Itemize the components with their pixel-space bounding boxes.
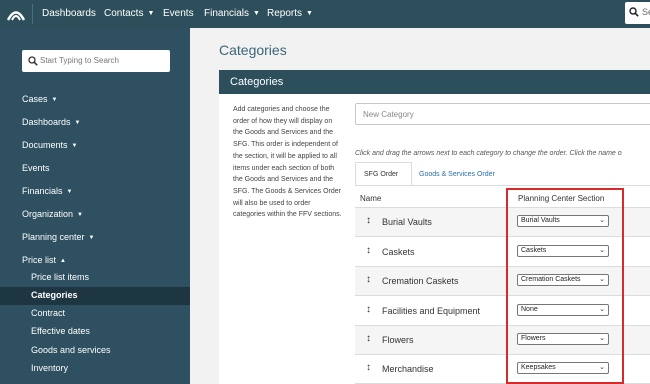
sidebar-item-organization[interactable]: Organization ▼	[22, 209, 83, 219]
drag-handle-icon[interactable]: ↕	[366, 274, 371, 285]
chevron-down-icon: ▼	[51, 97, 58, 103]
categories-panel: Categories Add categories and choose the…	[219, 70, 650, 384]
sidebar-search-input[interactable]: Start Typing to Search	[22, 50, 170, 72]
chevron-down-icon: ▼	[77, 212, 83, 218]
global-search-placeholder: Se	[642, 7, 650, 17]
sidebar-item-events[interactable]: Events	[22, 163, 50, 173]
chevron-down-icon: ▼	[74, 120, 81, 126]
category-name[interactable]: Cremation Caskets	[382, 276, 459, 286]
category-name[interactable]: Burial Vaults	[382, 217, 432, 227]
top-navbar: Dashboards Contacts ▼ Events Financials ▼ …	[0, 0, 650, 28]
nav-dashboards[interactable]: Dashboards	[42, 8, 96, 19]
sidebar-subitem-goods-and-services[interactable]: Goods and services	[31, 345, 111, 355]
sidebar-item-price-list[interactable]: Price list ▲	[22, 255, 66, 265]
sidebar-subitem-inventory[interactable]: Inventory	[31, 363, 68, 373]
tab-goods-services-order[interactable]: Goods & Services Order	[419, 162, 519, 186]
sidebar: Start Typing to Search Cases ▼ Dashboards…	[0, 28, 190, 384]
chevron-down-icon: ▼	[88, 235, 95, 241]
drag-handle-icon[interactable]: ↕	[366, 245, 371, 256]
search-icon	[629, 7, 639, 17]
drag-handle-icon[interactable]: ↕	[366, 304, 371, 315]
page-title: Categories	[219, 42, 287, 58]
new-category-input[interactable]: New Category	[355, 103, 650, 125]
sidebar-subitem-price-list-items[interactable]: Price list items	[31, 272, 89, 282]
sidebar-item-financials[interactable]: Financials ▼	[22, 186, 72, 196]
sidebar-item-cases[interactable]: Cases ▼	[22, 94, 57, 104]
category-name[interactable]: Caskets	[382, 247, 415, 257]
sidebar-item-planning-center[interactable]: Planning center ▼	[22, 232, 95, 242]
tab-divider	[355, 185, 650, 186]
category-name[interactable]: Facilities and Equipment	[382, 306, 480, 316]
sidebar-search-placeholder: Start Typing to Search	[40, 56, 120, 65]
sidebar-subitem-categories[interactable]: Categories	[31, 290, 78, 300]
nav-events[interactable]: Events	[163, 8, 194, 19]
chevron-down-icon: ▼	[253, 10, 260, 17]
category-name[interactable]: Flowers	[382, 335, 414, 345]
chevron-down-icon: ▼	[71, 143, 78, 149]
sidebar-item-dashboards[interactable]: Dashboards ▼	[22, 117, 80, 127]
navbar-divider	[32, 4, 33, 24]
sidebar-active-highlight	[0, 287, 190, 305]
panel-description: Add categories and choose the order of h…	[233, 106, 342, 219]
highlight-box	[506, 188, 624, 384]
drag-handle-icon[interactable]: ↕	[366, 333, 371, 344]
chevron-down-icon: ▼	[306, 10, 313, 17]
sidebar-item-documents[interactable]: Documents ▼	[22, 140, 77, 150]
sidebar-subitem-contract[interactable]: Contract	[31, 308, 65, 318]
nav-financials[interactable]: Financials ▼	[204, 8, 260, 19]
category-name[interactable]: Merchandise	[382, 364, 434, 374]
new-category-placeholder: New Category	[363, 110, 414, 119]
drag-handle-icon[interactable]: ↕	[366, 362, 371, 373]
nav-reports[interactable]: Reports ▼	[267, 8, 313, 19]
global-search-input[interactable]: Se	[625, 2, 650, 24]
reorder-hint: Click and drag the arrows next to each c…	[355, 150, 622, 157]
nav-contacts[interactable]: Contacts ▼	[104, 8, 154, 19]
chevron-up-icon: ▲	[60, 258, 66, 264]
sidebar-subitem-effective-dates[interactable]: Effective dates	[31, 326, 90, 336]
tab-sfg-order[interactable]: SFG Order	[355, 162, 412, 186]
chevron-down-icon: ▼	[66, 189, 73, 195]
panel-title: Categories	[230, 76, 284, 88]
logo-icon[interactable]	[6, 7, 26, 21]
chevron-down-icon: ▼	[147, 10, 155, 17]
column-header-name: Name	[360, 194, 382, 203]
panel-header: Categories	[219, 70, 650, 94]
drag-handle-icon[interactable]: ↕	[366, 215, 371, 226]
search-icon	[28, 56, 38, 66]
